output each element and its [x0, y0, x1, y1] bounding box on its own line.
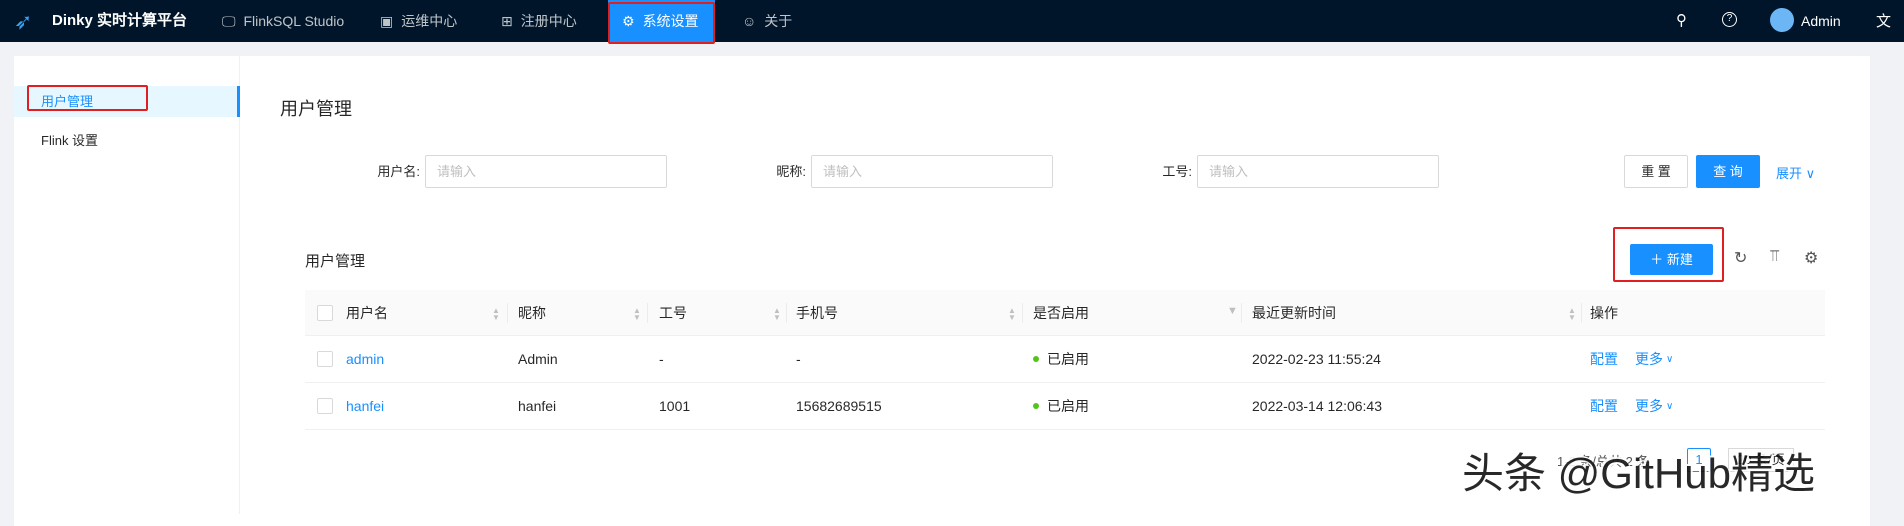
nickname: hanfei: [518, 398, 557, 414]
worknum: -: [659, 351, 664, 367]
worknum: 1001: [659, 398, 691, 414]
col-nickname[interactable]: 昵称: [518, 290, 546, 335]
watermark: 头条 @GitHub精选: [1462, 450, 1816, 497]
nav-registry-center[interactable]: ⊞ 注册中心: [501, 0, 577, 42]
dashboard-icon: ▣: [380, 13, 394, 29]
smile-icon: ☺: [742, 13, 757, 29]
chevron-down-icon: ∨: [1666, 400, 1674, 412]
table-header: 用户名 ▲ ▼ 昵称 ▲ ▼ 工号 ▲ ▼ 手机号 ▲ ▼ 是否启用 ▼ 最近更新时间 …: [305, 290, 1825, 336]
col-worknum[interactable]: 工号: [659, 290, 687, 335]
username-input[interactable]: [425, 155, 667, 188]
col-updated[interactable]: 最近更新时间: [1252, 290, 1336, 335]
status-badge: 已启用: [1033, 383, 1089, 429]
col-status[interactable]: 是否启用: [1033, 290, 1089, 335]
page-title: 用户管理: [280, 99, 352, 119]
col-mobile[interactable]: 手机号: [796, 290, 838, 335]
config-link[interactable]: 配置: [1590, 383, 1618, 429]
help-icon[interactable]: ?: [1722, 12, 1737, 27]
nickname-label: 昵称:: [776, 164, 806, 179]
column-divider: [1241, 303, 1242, 323]
status-dot: [1033, 356, 1039, 362]
nav-about[interactable]: ☺ 关于: [742, 0, 792, 42]
appstore-icon: ⊞: [501, 13, 513, 29]
annotation-box: [1613, 227, 1724, 282]
worknum-label: 工号:: [1162, 164, 1192, 179]
username-link[interactable]: admin: [346, 336, 384, 382]
hummingbird-logo-icon: ➶: [14, 9, 33, 34]
sort-icon[interactable]: ▲ ▼: [492, 307, 500, 322]
annotation-box: [27, 85, 148, 111]
mobile: -: [796, 351, 801, 367]
status-dot: [1033, 403, 1039, 409]
username-label: 用户名:: [377, 164, 420, 179]
sidebar: 用户管理 Flink 设置: [14, 56, 240, 514]
status-text: 已启用: [1047, 398, 1089, 414]
annotation-box: [608, 2, 715, 44]
scrollbar[interactable]: [1870, 42, 1904, 514]
table-title: 用户管理: [305, 253, 366, 270]
column-height-icon[interactable]: ⫪: [1770, 248, 1779, 266]
more-dropdown[interactable]: 更多 ∨: [1635, 336, 1673, 382]
sidebar-item-flink-settings[interactable]: Flink 设置: [14, 125, 240, 156]
filter-icon[interactable]: ▼: [1227, 305, 1238, 317]
sort-icon[interactable]: ▲ ▼: [633, 307, 641, 322]
top-header: ➶ Dinky 实时计算平台 🖵 FlinkSQL Studio ▣ 运维中心 ⊞ 注…: [0, 0, 1904, 42]
monitor-icon: 🖵: [222, 13, 236, 29]
row-checkbox[interactable]: [317, 351, 333, 367]
nav-ops-center[interactable]: ▣ 运维中心: [380, 0, 457, 42]
column-divider: [507, 303, 508, 323]
username-link[interactable]: hanfei: [346, 383, 384, 429]
config-link[interactable]: 配置: [1590, 336, 1618, 382]
more-dropdown[interactable]: 更多 ∨: [1635, 383, 1673, 429]
chevron-down-icon: ∨: [1805, 166, 1816, 181]
mobile: 15682689515: [796, 398, 882, 414]
avatar[interactable]: [1770, 8, 1794, 32]
table-row: hanfei hanfei 1001 15682689515 已启用 2022-…: [305, 383, 1825, 430]
nickname: Admin: [518, 351, 558, 367]
column-divider: [786, 303, 787, 323]
col-actions: 操作: [1590, 304, 1618, 321]
expand-link[interactable]: 展开 ∨: [1776, 163, 1815, 182]
query-button[interactable]: 查 询: [1696, 155, 1760, 188]
settings-icon[interactable]: ⚙: [1804, 248, 1818, 268]
sort-icon[interactable]: ▲ ▼: [1008, 307, 1016, 322]
column-divider: [647, 303, 648, 323]
nav-label: 注册中心: [520, 13, 577, 29]
sort-icon[interactable]: ▲ ▼: [1568, 307, 1576, 322]
updated-time: 2022-03-14 12:06:43: [1252, 398, 1382, 414]
worknum-input[interactable]: [1197, 155, 1439, 188]
col-username[interactable]: 用户名: [346, 290, 388, 335]
nav-label: 关于: [764, 13, 793, 29]
column-divider: [1022, 303, 1023, 323]
status-text: 已启用: [1047, 351, 1089, 367]
user-name[interactable]: Admin: [1801, 0, 1841, 42]
more-label: 更多: [1635, 398, 1663, 414]
row-checkbox[interactable]: [317, 398, 333, 414]
chevron-down-icon: ∨: [1666, 353, 1674, 365]
updated-time: 2022-02-23 11:55:24: [1252, 351, 1381, 367]
expand-label: 展开: [1776, 166, 1803, 181]
search-icon[interactable]: ⚲: [1676, 11, 1687, 29]
sort-icon[interactable]: ▲ ▼: [773, 307, 781, 322]
column-divider: [1581, 303, 1582, 323]
nav-flinksql-studio[interactable]: 🖵 FlinkSQL Studio: [222, 0, 344, 42]
app-title: Dinky 实时计算平台: [52, 12, 188, 29]
reset-button[interactable]: 重 置: [1624, 155, 1688, 188]
reload-icon[interactable]: ↻: [1734, 248, 1747, 268]
translate-icon[interactable]: 文: [1876, 10, 1891, 31]
nav-label: FlinkSQL Studio: [243, 13, 345, 29]
select-all-checkbox[interactable]: [317, 304, 333, 321]
nav-label: 运维中心: [401, 13, 458, 29]
table-row: admin Admin - - 已启用 2022-02-23 11:55:24 …: [305, 336, 1825, 383]
nickname-input[interactable]: [811, 155, 1053, 188]
more-label: 更多: [1635, 351, 1663, 367]
status-badge: 已启用: [1033, 336, 1089, 382]
